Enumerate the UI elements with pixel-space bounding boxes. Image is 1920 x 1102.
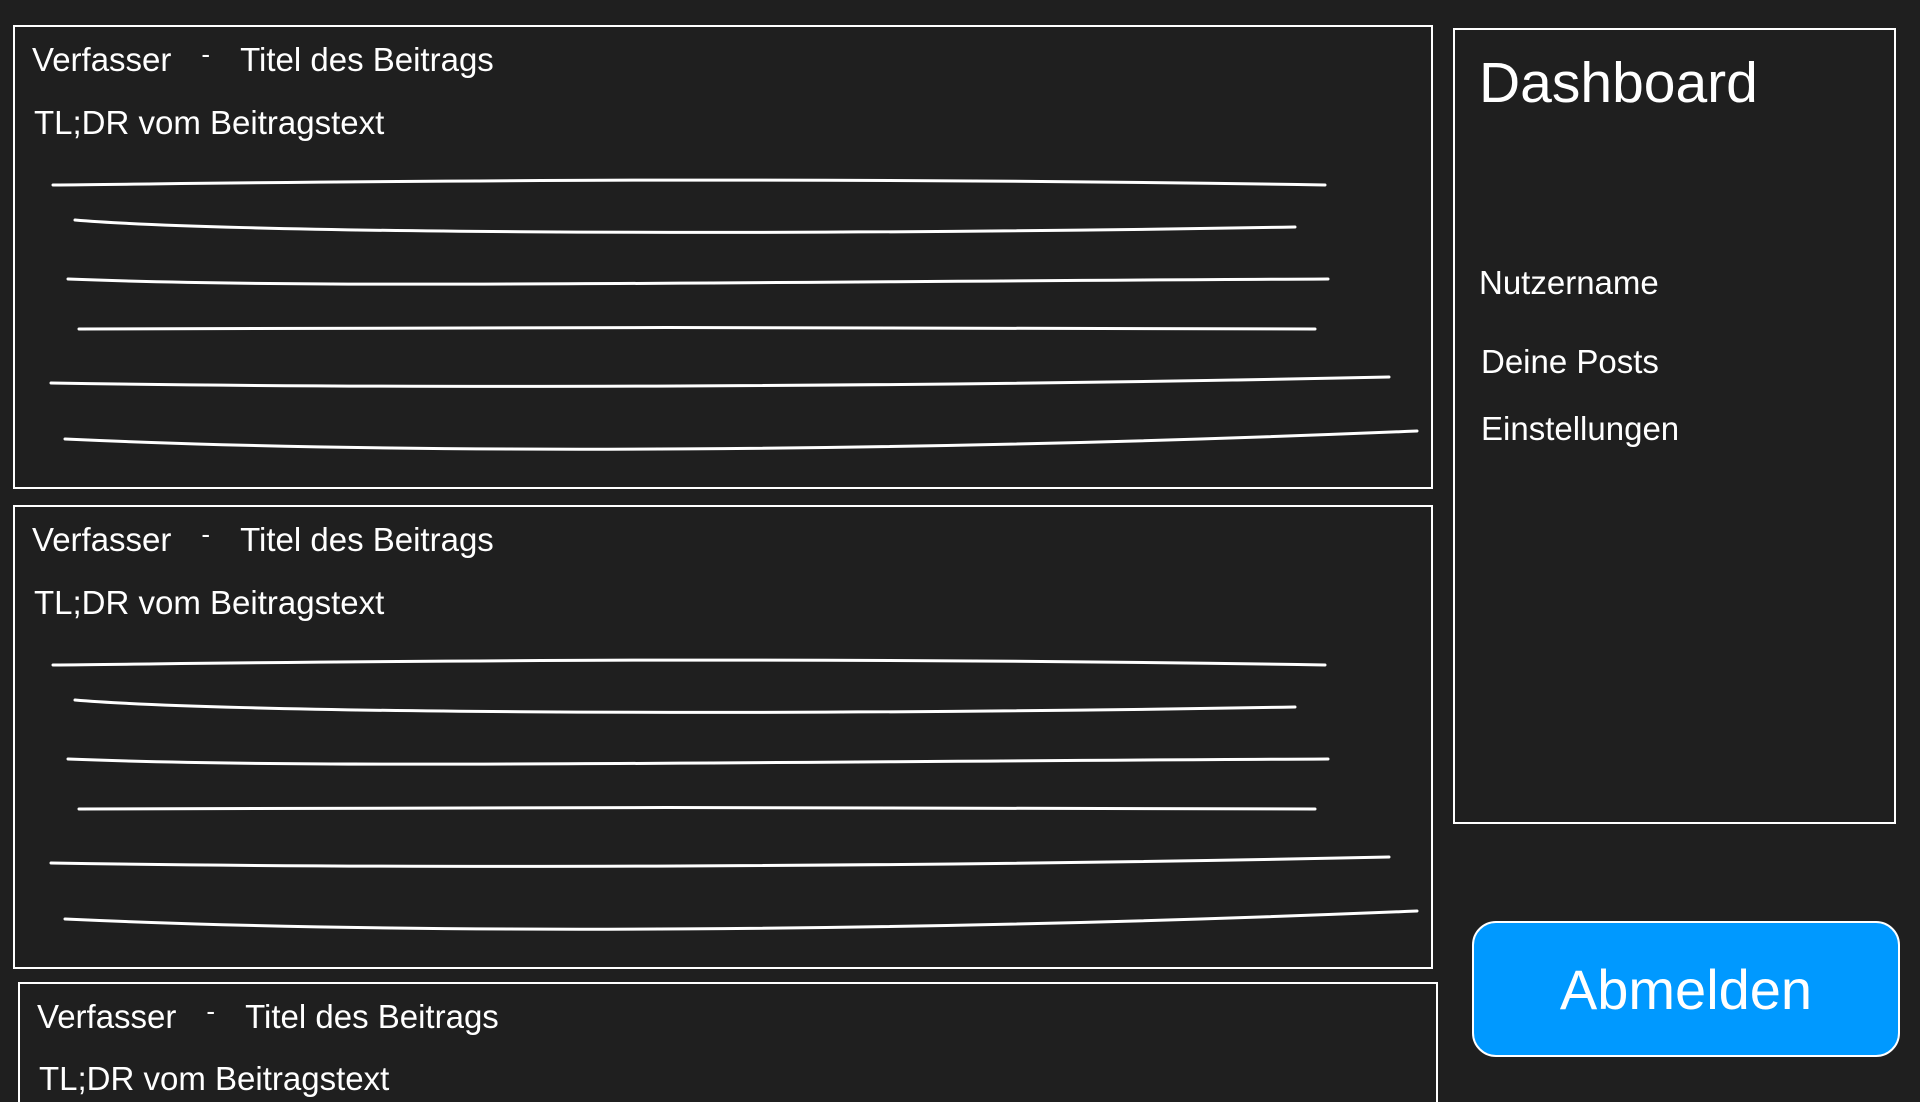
- post-body-scribble: [49, 658, 1419, 931]
- text-line-scribble: [73, 218, 1297, 234]
- post-tldr: TL;DR vom Beitragstext: [34, 104, 385, 141]
- logout-button[interactable]: Abmelden: [1472, 921, 1900, 1057]
- post-card[interactable]: Verfasser - Titel des Beitrags TL;DR vom…: [18, 982, 1438, 1102]
- post-tldr: TL;DR vom Beitragstext: [39, 1060, 390, 1097]
- text-line-scribble: [51, 178, 1327, 187]
- post-card[interactable]: Verfasser - Titel des Beitrags TL;DR vom…: [13, 505, 1433, 969]
- post-header: Verfasser - Titel des Beitrags: [37, 995, 499, 1036]
- post-author: Verfasser: [32, 41, 172, 78]
- text-line-scribble: [77, 326, 1317, 331]
- text-line-scribble: [77, 806, 1317, 811]
- post-card[interactable]: Verfasser - Titel des Beitrags TL;DR vom…: [13, 25, 1433, 489]
- post-title[interactable]: Titel des Beitrags: [240, 41, 494, 79]
- post-separator: -: [201, 518, 211, 549]
- sidebar-link-my-posts[interactable]: Deine Posts: [1481, 343, 1659, 381]
- post-title[interactable]: Titel des Beitrags: [240, 521, 494, 559]
- post-separator: -: [206, 995, 216, 1026]
- post-body-scribble: [49, 178, 1419, 451]
- text-line-scribble: [66, 277, 1330, 286]
- text-line-scribble: [73, 698, 1297, 714]
- post-author: Verfasser: [32, 521, 172, 558]
- post-title[interactable]: Titel des Beitrags: [245, 998, 499, 1036]
- post-author: Verfasser: [37, 998, 177, 1035]
- text-line-scribble: [51, 658, 1327, 667]
- post-header: Verfasser - Titel des Beitrags: [32, 38, 494, 79]
- text-line-scribble: [63, 909, 1419, 931]
- post-tldr: TL;DR vom Beitragstext: [34, 584, 385, 621]
- sidebar-title: Dashboard: [1479, 51, 1758, 115]
- sidebar-link-settings[interactable]: Einstellungen: [1481, 410, 1679, 448]
- sidebar-username[interactable]: Nutzername: [1479, 264, 1659, 302]
- text-line-scribble: [49, 375, 1391, 388]
- dashboard-sidebar: Dashboard Nutzername Deine Posts Einstel…: [1453, 28, 1896, 824]
- post-separator: -: [201, 38, 211, 69]
- text-line-scribble: [49, 855, 1391, 868]
- text-line-scribble: [63, 429, 1419, 451]
- post-header: Verfasser - Titel des Beitrags: [32, 518, 494, 559]
- text-line-scribble: [66, 757, 1330, 766]
